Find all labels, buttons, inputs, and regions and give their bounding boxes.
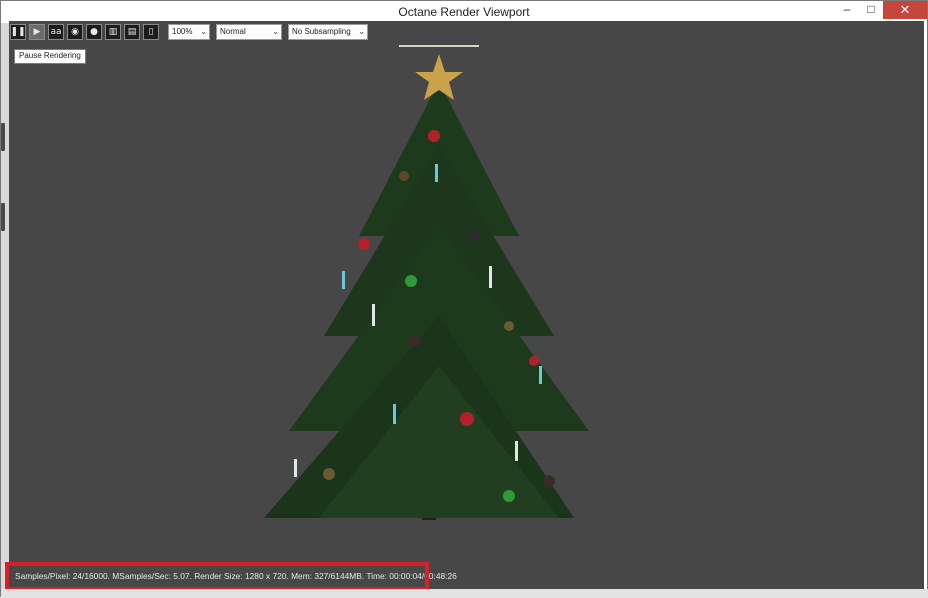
render-mode-value: Normal <box>220 27 246 36</box>
aa-button[interactable]: aa <box>48 24 64 40</box>
save-image-icon: ▤ <box>127 27 137 37</box>
pause-icon: ❚❚ <box>10 27 26 37</box>
background-fragment <box>1 123 5 151</box>
zoom-select[interactable]: 100% ⌄ <box>168 24 210 40</box>
save-image-button[interactable]: ▤ <box>124 24 140 40</box>
play-icon: ▶ <box>33 27 41 37</box>
chevron-down-icon: ⌄ <box>200 27 207 36</box>
sphere-icon: ● <box>90 27 98 37</box>
color-button[interactable]: ◉ <box>67 24 83 40</box>
device-button[interactable]: ▯ <box>143 24 159 40</box>
status-highlight-box <box>5 562 429 591</box>
pause-button[interactable]: ❚❚ <box>10 24 26 40</box>
maximize-button[interactable]: □ <box>859 1 883 19</box>
background-fragment <box>1 203 5 231</box>
title-bar[interactable]: Octane Render Viewport – □ ✕ <box>1 1 927 23</box>
render-viewport[interactable]: ❚❚ ▶ aa ◉ ● ▥ ▤ ▯ 100% ⌄ Normal ⌄ No Sub… <box>9 21 924 589</box>
window-controls: – □ ✕ <box>835 1 927 21</box>
color-icon: ◉ <box>71 27 79 37</box>
pause-tooltip: Pause Rendering <box>14 49 86 64</box>
sphere-button[interactable]: ● <box>86 24 102 40</box>
region-button[interactable]: ▥ <box>105 24 121 40</box>
zoom-value: 100% <box>172 27 193 36</box>
device-icon: ▯ <box>148 27 154 37</box>
rendered-christmas-tree-image <box>264 45 589 520</box>
minimize-button[interactable]: – <box>835 1 859 19</box>
background-window-edge <box>1 23 9 598</box>
region-icon: ▥ <box>108 27 118 37</box>
aa-icon: aa <box>50 27 62 37</box>
play-button[interactable]: ▶ <box>29 24 45 40</box>
close-button[interactable]: ✕ <box>883 1 927 19</box>
window-title: Octane Render Viewport <box>398 5 530 19</box>
subsampling-value: No Subsampling <box>292 27 351 36</box>
octane-viewport-window: Octane Render Viewport – □ ✕ ❚❚ ▶ aa ◉ ●… <box>0 0 928 598</box>
